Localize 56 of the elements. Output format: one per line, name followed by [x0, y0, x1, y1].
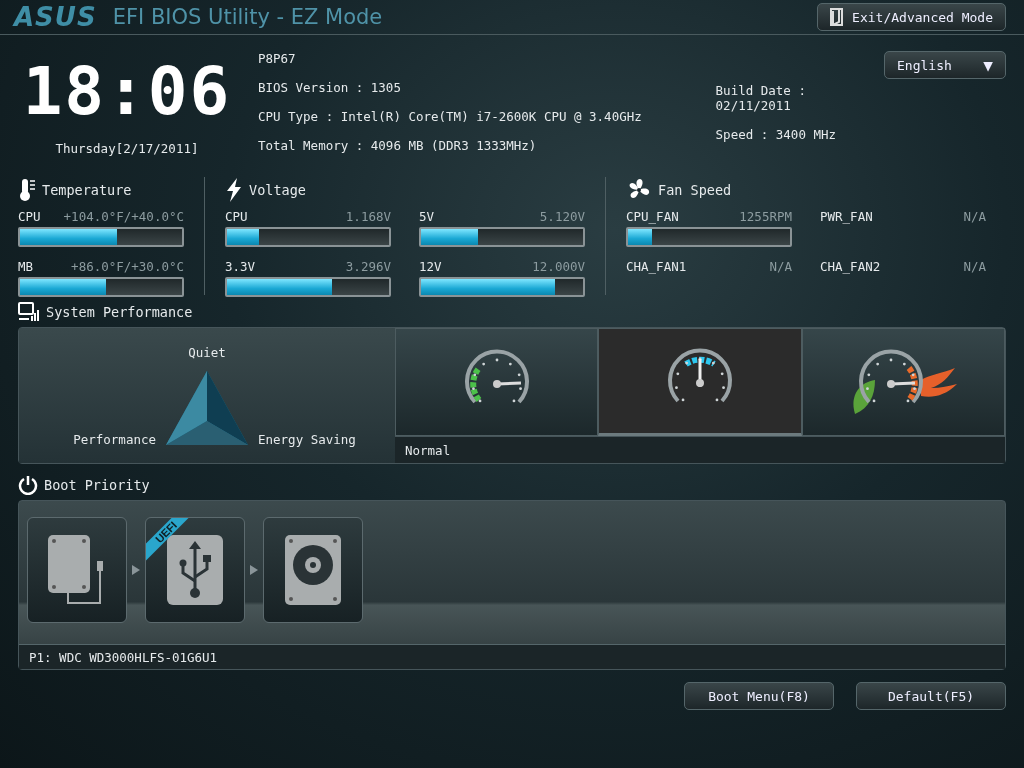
sensor-reading: 12.000V — [532, 259, 585, 274]
power-icon — [18, 475, 38, 495]
sensor-reading: 3.296V — [345, 259, 391, 274]
footer-button[interactable]: Boot Menu(F8) — [684, 682, 834, 710]
section-title: Boot Priority — [44, 477, 150, 493]
section-title: System Performance — [46, 304, 193, 320]
exit-button[interactable]: Exit/Advanced Mode — [817, 3, 1006, 31]
sensor-name: 12V — [419, 259, 442, 274]
sensor-name: CHA_FAN2 — [820, 259, 881, 274]
clock-time: 18:06 — [22, 52, 232, 132]
performance-icon — [18, 302, 40, 322]
current-mode: Normal — [405, 442, 451, 458]
section-title: Voltage — [249, 182, 306, 198]
sensor-reading: 5.120V — [539, 209, 585, 224]
triangle-label: Performance — [73, 432, 156, 447]
section-title: Fan Speed — [658, 182, 732, 198]
sensor-reading: +86.0°F/+30.0°C — [71, 259, 184, 274]
footer-button[interactable]: Default(F5) — [856, 682, 1006, 710]
sensor-name: PWR_FAN — [820, 209, 873, 224]
boot-device-button[interactable] — [27, 517, 127, 623]
sensor-reading: N/A — [963, 259, 986, 274]
sensor-reading: +104.0°F/+40.0°C — [63, 209, 184, 224]
triangle-label: Energy Saving — [258, 432, 356, 447]
sensor-name: 5V — [419, 209, 435, 224]
language-dropdown[interactable]: English ▼ — [884, 51, 1006, 79]
clock-date: Thursday[2/17/2011] — [55, 141, 199, 156]
door-icon — [830, 8, 845, 26]
performance-mode-button[interactable] — [395, 328, 599, 436]
system-info: CPU Type : Intel(R) Core(TM) i7-2600K CPU @ 3.40GHz — [257, 109, 643, 124]
arrow-icon — [131, 564, 141, 576]
sensor-name: CPU — [225, 209, 248, 224]
sensor-reading: N/A — [963, 209, 986, 224]
thermometer-icon — [18, 178, 36, 202]
sensor-reading: N/A — [769, 259, 792, 274]
boot-device-button[interactable] — [263, 517, 363, 623]
performance-mode-button[interactable] — [801, 328, 1005, 436]
sensor-name: 3.3V — [225, 259, 256, 274]
section-title: Temperature — [42, 182, 132, 198]
system-info: BIOS Version : 1305 — [257, 80, 402, 95]
sensor-reading: 1.168V — [345, 209, 391, 224]
lightning-icon — [225, 178, 243, 202]
board-model: P8P67 — [257, 51, 297, 66]
logo: ASUS — [14, 2, 97, 32]
performance-mode-button[interactable] — [598, 328, 802, 436]
sensor-name: CPU — [18, 209, 41, 224]
sensor-name: MB — [18, 259, 34, 274]
triangle-label: Quiet — [188, 345, 226, 360]
system-info: Total Memory : 4096 MB (DDR3 1333MHz) — [257, 138, 538, 153]
window-title: EFI BIOS Utility - EZ Mode — [112, 5, 384, 29]
arrow-icon — [249, 564, 259, 576]
sensor-name: CHA_FAN1 — [626, 259, 687, 274]
sensor-reading: 1255RPM — [739, 209, 792, 224]
system-info: Build Date : 02/11/2011 — [715, 83, 807, 113]
system-info: Speed : 3400 MHz — [715, 127, 837, 142]
sensor-name: CPU_FAN — [626, 209, 679, 224]
boot-device-name: P1: WDC WD3000HLFS-01G6U1 — [29, 649, 218, 665]
